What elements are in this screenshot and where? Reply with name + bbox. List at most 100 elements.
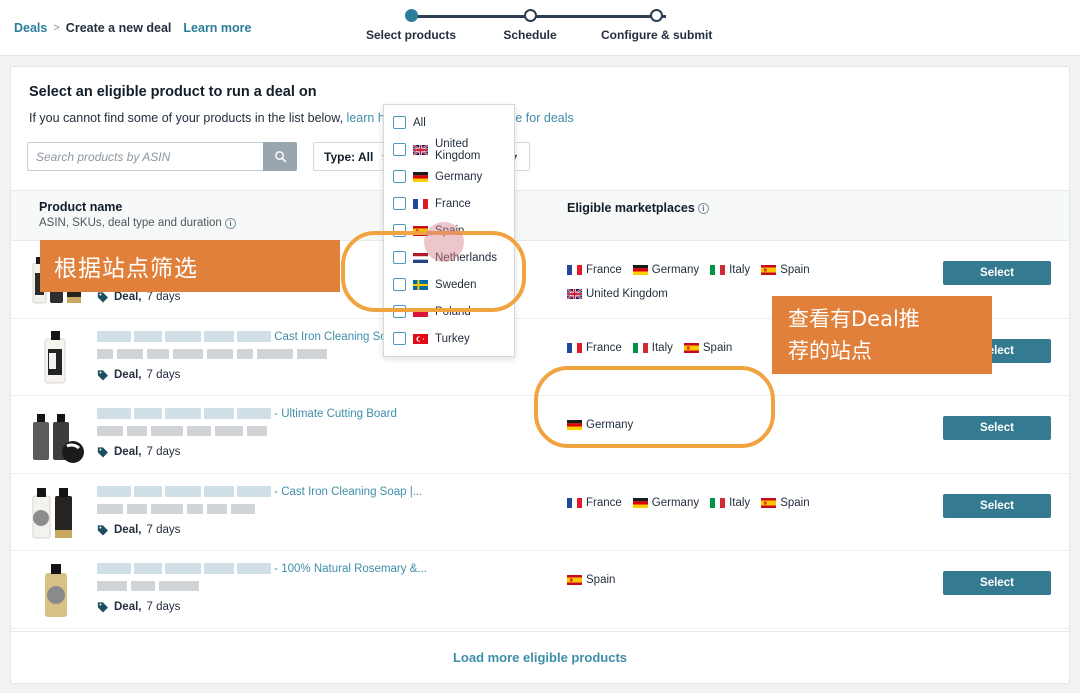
page-root: Deals > Create a new deal Learn more Sel… — [0, 0, 1080, 693]
deal-tag-icon — [97, 291, 109, 303]
dropdown-item-poland[interactable]: Poland — [384, 298, 514, 325]
flag-fr-icon — [413, 199, 428, 209]
deal-tag-icon — [97, 446, 109, 458]
flag-pl-icon — [413, 307, 428, 317]
dropdown-item-germany[interactable]: Germany — [384, 163, 514, 190]
column-header-label: Eligible marketplaces — [567, 201, 695, 215]
marketplace-tag: Spain — [761, 259, 809, 281]
deal-tag-icon — [97, 369, 109, 381]
deal-tag-icon — [97, 601, 109, 613]
breadcrumb-current: Create a new deal — [66, 21, 172, 35]
dropdown-item-sweden[interactable]: Sweden — [384, 271, 514, 298]
marketplace-tag: Germany — [633, 259, 699, 281]
step-configure-submit[interactable]: Configure & submit — [601, 8, 711, 42]
step-dot-filled-icon — [405, 9, 418, 22]
filter-type-label: Type: All — [324, 150, 373, 164]
step-label: Schedule — [475, 28, 585, 42]
info-icon[interactable]: i — [225, 218, 236, 229]
annotation-line-1: 查看有Deal推 — [788, 303, 920, 335]
marketplace-label: Spain — [703, 337, 732, 359]
marketplace-label: France — [586, 259, 622, 281]
deal-tag-icon — [97, 524, 109, 536]
product-name-link[interactable]: - Cast Iron Cleaning Soap |... — [97, 486, 422, 498]
column-product-name: Product name ASIN, SKUs, deal type and d… — [39, 200, 236, 229]
table-row[interactable]: - Ultimate Cutting Board Deal,7 days Germa… — [11, 396, 1069, 474]
flag-it-icon — [633, 343, 648, 353]
marketplace-label: France — [586, 337, 622, 359]
checkbox-unchecked-icon[interactable] — [393, 332, 406, 345]
table-row[interactable]: - Cast Iron Cleaning Soap |...Deal,7 day… — [11, 474, 1069, 552]
dropdown-item-label: Poland — [435, 306, 471, 318]
checkbox-unchecked-icon[interactable] — [393, 197, 406, 210]
product-thumbnail — [29, 561, 87, 619]
breadcrumb: Deals > Create a new deal Learn more — [14, 21, 252, 35]
deal-info: Deal,7 days — [97, 446, 180, 458]
dropdown-item-label: Sweden — [435, 279, 477, 291]
checkbox-unchecked-icon[interactable] — [393, 116, 406, 129]
card-subtitle-text: If you cannot find some of your products… — [29, 111, 347, 125]
deal-duration: 7 days — [147, 369, 181, 381]
flag-uk-icon — [413, 145, 428, 155]
checkbox-unchecked-icon[interactable] — [393, 143, 406, 156]
column-eligible-marketplaces: Eligible marketplaces i — [567, 201, 709, 215]
select-button[interactable]: Select — [943, 261, 1051, 285]
dropdown-item-all[interactable]: All — [384, 109, 514, 136]
breadcrumb-deals-link[interactable]: Deals — [14, 21, 47, 35]
step-schedule[interactable]: Schedule — [475, 8, 585, 42]
flag-de-icon — [633, 498, 648, 508]
deal-label: Deal, — [114, 291, 142, 303]
product-image — [29, 561, 87, 619]
table-footer: Load more eligible products — [11, 631, 1069, 683]
info-icon[interactable]: i — [698, 203, 709, 214]
deal-duration: 7 days — [147, 601, 181, 613]
step-label: Select products — [356, 28, 466, 42]
table-row[interactable]: - 100% Natural Rosemary &... Deal,7 days S… — [11, 551, 1069, 629]
eligible-marketplaces-cell: Germany — [567, 414, 927, 438]
product-name-text: - 100% Natural Rosemary &... — [274, 563, 427, 575]
select-button[interactable]: Select — [943, 494, 1051, 518]
learn-more-link[interactable]: Learn more — [183, 21, 251, 35]
flag-it-icon — [710, 498, 725, 508]
dropdown-item-label: United Kingdom — [435, 138, 505, 162]
select-button[interactable]: Select — [943, 571, 1051, 595]
dropdown-item-united-kingdom[interactable]: United Kingdom — [384, 136, 514, 163]
search-input[interactable] — [27, 142, 263, 171]
checkbox-unchecked-icon[interactable] — [393, 278, 406, 291]
load-more-link[interactable]: Load more eligible products — [453, 650, 627, 665]
product-meta-redacted — [97, 504, 255, 514]
checkbox-unchecked-icon[interactable] — [393, 170, 406, 183]
flag-fr-icon — [567, 265, 582, 275]
select-button[interactable]: Select — [943, 416, 1051, 440]
checkbox-unchecked-icon[interactable] — [393, 305, 406, 318]
product-image — [29, 329, 87, 387]
flag-it-icon — [710, 265, 725, 275]
deal-info: Deal,7 days — [97, 601, 180, 613]
flag-es-icon — [684, 343, 699, 353]
table-header: Product name ASIN, SKUs, deal type and d… — [11, 190, 1069, 241]
checkbox-unchecked-icon[interactable] — [393, 224, 406, 237]
marketplace-tag: France — [567, 337, 622, 359]
flag-fr-icon — [567, 343, 582, 353]
marketplace-tag: Italy — [633, 337, 673, 359]
marketplace-tag: Spain — [684, 337, 732, 359]
step-select-products[interactable]: Select products — [356, 8, 466, 42]
product-name-link[interactable]: - Ultimate Cutting Board — [97, 408, 397, 420]
deal-duration: 7 days — [147, 446, 181, 458]
marketplace-label: Italy — [652, 337, 673, 359]
marketplace-label: Germany — [652, 259, 699, 281]
dropdown-item-france[interactable]: France — [384, 190, 514, 217]
product-selection-card: Select an eligible product to run a deal… — [10, 66, 1070, 684]
column-header-sublabel: ASIN, SKUs, deal type and duration i — [39, 217, 236, 229]
search-bar — [27, 142, 297, 171]
flag-nl-icon — [413, 253, 428, 263]
deal-info: Deal,7 days — [97, 369, 180, 381]
flag-es-icon — [761, 265, 776, 275]
product-name-link[interactable]: - 100% Natural Rosemary &... — [97, 563, 427, 575]
dropdown-item-turkey[interactable]: Turkey — [384, 325, 514, 352]
marketplace-label: Germany — [586, 414, 633, 436]
marketplace-label: Germany — [652, 492, 699, 514]
search-button[interactable] — [263, 142, 297, 171]
marketplace-tag: France — [567, 259, 622, 281]
product-name-text: - Ultimate Cutting Board — [274, 408, 397, 420]
checkbox-unchecked-icon[interactable] — [393, 251, 406, 264]
